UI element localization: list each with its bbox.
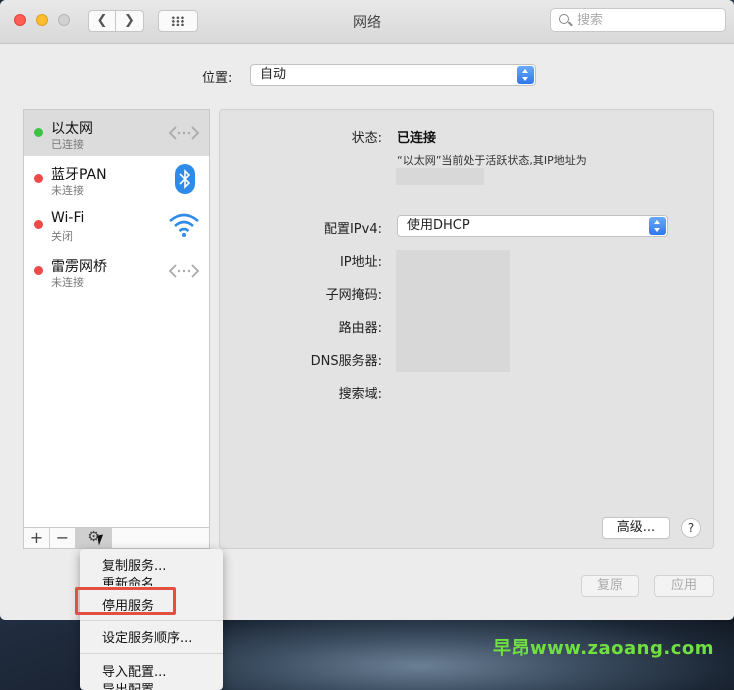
status-dot xyxy=(34,128,43,137)
gear-action-menu: 复制服务... 重新命名... 停用服务 设定服务顺序... 导入配置... 导… xyxy=(80,549,223,690)
dns-server-label: DNS服务器: xyxy=(310,354,382,369)
location-label: 位置: xyxy=(202,71,233,86)
redacted-ip xyxy=(396,168,484,185)
revert-button[interactable]: 复原 xyxy=(581,575,639,597)
menu-item-duplicate-service[interactable]: 复制服务... xyxy=(102,555,166,574)
service-status: 未连接 xyxy=(51,184,84,197)
menu-separator xyxy=(80,653,223,654)
service-item-ethernet[interactable]: 以太网 已连接 xyxy=(24,110,209,156)
service-item-wifi[interactable]: Wi-Fi 关闭 xyxy=(24,202,209,248)
titlebar: ❮ ❯ 网络 xyxy=(0,0,734,44)
service-list: 以太网 已连接 蓝牙PAN 未连接 Wi-Fi 关闭 雷雳网桥 未连接 + − … xyxy=(23,109,210,549)
menu-item-set-service-order[interactable]: 设定服务顺序... xyxy=(102,627,192,646)
subnet-mask-label: 子网掩码: xyxy=(325,288,382,303)
menu-separator xyxy=(80,620,223,621)
ipv4-popup[interactable]: 使用DHCP xyxy=(397,215,668,237)
apply-button[interactable]: 应用 xyxy=(654,575,714,597)
ethernet-icon xyxy=(168,264,200,278)
highlight-annotation-box xyxy=(75,587,176,615)
redacted-values xyxy=(396,250,510,372)
search-icon xyxy=(559,14,569,24)
location-value: 自动 xyxy=(260,67,287,82)
service-item-thunderbolt-bridge[interactable]: 雷雳网桥 未连接 xyxy=(24,248,209,294)
service-item-bluetooth-pan[interactable]: 蓝牙PAN 未连接 xyxy=(24,156,209,202)
menu-item-import-configurations[interactable]: 导入配置... xyxy=(102,661,166,680)
menu-item-rename-service[interactable]: 重新命名... xyxy=(102,573,166,586)
watermark: 早昂www.zaoang.com xyxy=(492,638,714,659)
add-service-button[interactable]: + xyxy=(24,528,50,548)
location-popup[interactable]: 自动 xyxy=(250,64,536,86)
menu-item-export-configurations[interactable]: 导出配置... xyxy=(102,679,166,690)
search-field[interactable] xyxy=(550,8,726,32)
status-dot xyxy=(34,174,43,183)
ip-address-label: IP地址: xyxy=(339,255,382,270)
action-gear-button[interactable]: ⚙ xyxy=(76,528,112,548)
remove-service-button[interactable]: − xyxy=(50,528,76,548)
ipv4-value: 使用DHCP xyxy=(407,218,470,233)
bluetooth-icon xyxy=(175,164,195,194)
popup-arrows-icon xyxy=(649,217,666,235)
service-name: Wi-Fi xyxy=(51,210,85,226)
service-name: 雷雳网桥 xyxy=(51,259,107,275)
status-label: 状态: xyxy=(351,131,382,146)
ethernet-icon xyxy=(168,126,200,140)
service-name: 以太网 xyxy=(51,121,93,137)
advanced-button[interactable]: 高级... xyxy=(602,517,670,539)
service-status: 已连接 xyxy=(51,138,84,151)
search-domain-label: 搜索域: xyxy=(338,387,382,402)
wifi-icon xyxy=(169,213,199,237)
status-dot xyxy=(34,266,43,275)
status-description: “以太网”当前处于活跃状态,其IP地址为 xyxy=(397,154,587,167)
router-label: 路由器: xyxy=(338,321,382,336)
status-value: 已连接 xyxy=(397,131,437,146)
service-status: 未连接 xyxy=(51,276,84,289)
service-list-toolbar: + − ⚙ xyxy=(24,527,209,548)
help-button[interactable]: ? xyxy=(681,518,701,538)
search-input[interactable] xyxy=(577,12,717,28)
ipv4-label: 配置IPv4: xyxy=(323,222,382,237)
status-dot xyxy=(34,220,43,229)
service-status: 关闭 xyxy=(51,230,73,243)
popup-arrows-icon xyxy=(517,66,534,84)
service-name: 蓝牙PAN xyxy=(51,167,107,183)
network-preferences-window: ❮ ❯ 网络 位置: 自动 以太网 已连接 蓝牙PAN 未连接 xyxy=(0,0,734,620)
